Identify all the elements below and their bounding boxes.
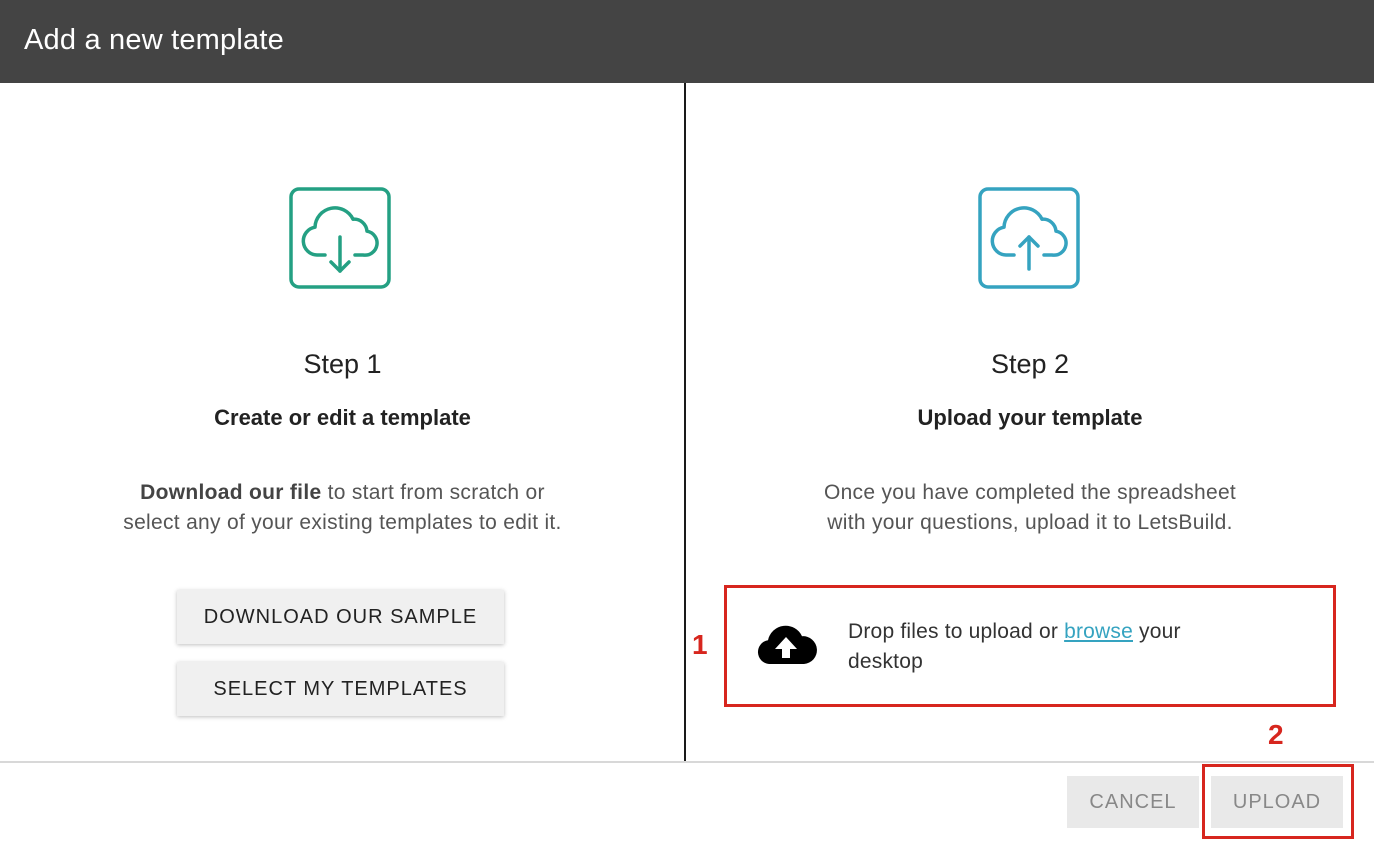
add-template-dialog: Add a new template Step 1 Create or edit… (0, 0, 1374, 858)
step1-description: Download our file to start from scratch … (0, 478, 685, 538)
dialog-header: Add a new template (0, 0, 1374, 83)
step2-title: Step 2 (990, 349, 1070, 379)
step2-desc-line1: Once you have completed the spreadsheet (823, 481, 1237, 504)
step1-title: Step 1 (303, 349, 382, 379)
annotation-number-2: 2 (1268, 719, 1284, 750)
step1-desc-bold: Download our file (140, 481, 322, 504)
step1-desc-rest: to start from scratch or (321, 481, 545, 504)
dropzone-text-line2: desktop (848, 650, 923, 673)
download-sample-button[interactable]: DOWNLOAD OUR SAMPLE (177, 590, 504, 644)
step2-desc-line2: with your questions, upload it to LetsBu… (827, 511, 1233, 534)
step1-subtitle: Create or edit a template (214, 405, 471, 430)
step2-subtitle: Upload your template (917, 405, 1143, 430)
dropzone-text: Drop files to upload or browse your desk… (848, 617, 1298, 677)
dropzone-text-before: Drop files to upload or (848, 620, 1065, 643)
cancel-button[interactable]: CANCEL (1067, 776, 1199, 828)
annotation-number-1: 1 (692, 629, 708, 660)
cloud-download-icon (289, 187, 391, 289)
browse-link[interactable]: browse (1064, 620, 1133, 643)
cloud-upload-icon (978, 187, 1080, 289)
select-templates-button[interactable]: SELECT MY TEMPLATES (177, 662, 504, 716)
step1-panel: Step 1 Create or edit a template Downloa… (0, 83, 685, 761)
upload-button[interactable]: UPLOAD (1211, 776, 1343, 828)
dropzone-text-after: your (1133, 620, 1181, 643)
file-dropzone[interactable]: Drop files to upload or browse your desk… (724, 585, 1336, 707)
step2-description: Once you have completed the spreadsheet … (686, 478, 1374, 538)
step1-desc-line2: select any of your existing templates to… (123, 511, 562, 534)
footer-divider (0, 761, 1374, 763)
cloud-upload-filled-icon (755, 620, 817, 672)
dialog-title: Add a new template (24, 24, 284, 56)
